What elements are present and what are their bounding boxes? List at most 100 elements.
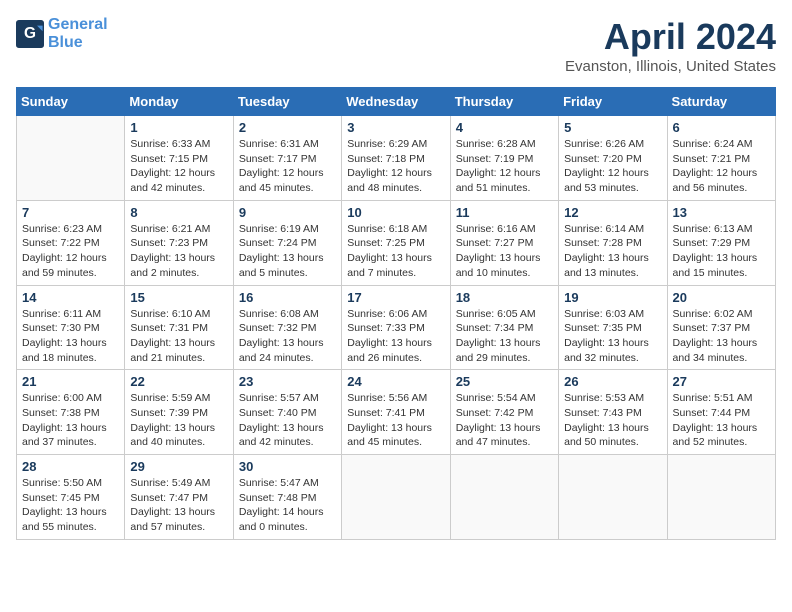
calendar-cell: 15 Sunrise: 6:10 AMSunset: 7:31 PMDaylig… bbox=[125, 285, 233, 370]
day-number: 23 bbox=[239, 374, 336, 389]
day-info: Sunrise: 5:56 AMSunset: 7:41 PMDaylight:… bbox=[347, 391, 444, 450]
title-block: April 2024 Evanston, Illinois, United St… bbox=[565, 16, 776, 75]
day-info: Sunrise: 6:05 AMSunset: 7:34 PMDaylight:… bbox=[456, 307, 553, 366]
day-info: Sunrise: 6:00 AMSunset: 7:38 PMDaylight:… bbox=[22, 391, 119, 450]
day-info: Sunrise: 5:51 AMSunset: 7:44 PMDaylight:… bbox=[673, 391, 770, 450]
day-info: Sunrise: 6:19 AMSunset: 7:24 PMDaylight:… bbox=[239, 222, 336, 281]
day-info: Sunrise: 5:50 AMSunset: 7:45 PMDaylight:… bbox=[22, 476, 119, 535]
day-number: 2 bbox=[239, 120, 336, 135]
calendar-cell bbox=[667, 455, 775, 540]
weekday-header-thursday: Thursday bbox=[450, 88, 558, 116]
calendar-cell: 26 Sunrise: 5:53 AMSunset: 7:43 PMDaylig… bbox=[559, 370, 667, 455]
month-title: April 2024 bbox=[565, 16, 776, 58]
day-info: Sunrise: 6:29 AMSunset: 7:18 PMDaylight:… bbox=[347, 137, 444, 196]
day-number: 8 bbox=[130, 205, 227, 220]
day-number: 20 bbox=[673, 290, 770, 305]
day-number: 17 bbox=[347, 290, 444, 305]
calendar-cell: 7 Sunrise: 6:23 AMSunset: 7:22 PMDayligh… bbox=[17, 200, 125, 285]
day-info: Sunrise: 6:06 AMSunset: 7:33 PMDaylight:… bbox=[347, 307, 444, 366]
calendar-cell: 12 Sunrise: 6:14 AMSunset: 7:28 PMDaylig… bbox=[559, 200, 667, 285]
calendar-cell: 2 Sunrise: 6:31 AMSunset: 7:17 PMDayligh… bbox=[233, 116, 341, 201]
day-info: Sunrise: 6:18 AMSunset: 7:25 PMDaylight:… bbox=[347, 222, 444, 281]
day-number: 11 bbox=[456, 205, 553, 220]
logo-icon: G bbox=[16, 20, 44, 48]
calendar-cell: 25 Sunrise: 5:54 AMSunset: 7:42 PMDaylig… bbox=[450, 370, 558, 455]
calendar-cell: 29 Sunrise: 5:49 AMSunset: 7:47 PMDaylig… bbox=[125, 455, 233, 540]
calendar-cell: 13 Sunrise: 6:13 AMSunset: 7:29 PMDaylig… bbox=[667, 200, 775, 285]
calendar-cell: 11 Sunrise: 6:16 AMSunset: 7:27 PMDaylig… bbox=[450, 200, 558, 285]
calendar-cell bbox=[559, 455, 667, 540]
day-info: Sunrise: 6:16 AMSunset: 7:27 PMDaylight:… bbox=[456, 222, 553, 281]
day-info: Sunrise: 5:54 AMSunset: 7:42 PMDaylight:… bbox=[456, 391, 553, 450]
day-number: 6 bbox=[673, 120, 770, 135]
calendar-cell: 16 Sunrise: 6:08 AMSunset: 7:32 PMDaylig… bbox=[233, 285, 341, 370]
day-info: Sunrise: 6:33 AMSunset: 7:15 PMDaylight:… bbox=[130, 137, 227, 196]
calendar-cell: 19 Sunrise: 6:03 AMSunset: 7:35 PMDaylig… bbox=[559, 285, 667, 370]
day-info: Sunrise: 6:13 AMSunset: 7:29 PMDaylight:… bbox=[673, 222, 770, 281]
calendar-cell: 3 Sunrise: 6:29 AMSunset: 7:18 PMDayligh… bbox=[342, 116, 450, 201]
day-number: 5 bbox=[564, 120, 661, 135]
day-info: Sunrise: 6:11 AMSunset: 7:30 PMDaylight:… bbox=[22, 307, 119, 366]
day-info: Sunrise: 6:28 AMSunset: 7:19 PMDaylight:… bbox=[456, 137, 553, 196]
calendar-cell: 5 Sunrise: 6:26 AMSunset: 7:20 PMDayligh… bbox=[559, 116, 667, 201]
day-number: 27 bbox=[673, 374, 770, 389]
calendar-week-row: 28 Sunrise: 5:50 AMSunset: 7:45 PMDaylig… bbox=[17, 455, 776, 540]
day-number: 3 bbox=[347, 120, 444, 135]
calendar-cell: 14 Sunrise: 6:11 AMSunset: 7:30 PMDaylig… bbox=[17, 285, 125, 370]
weekday-header-monday: Monday bbox=[125, 88, 233, 116]
weekday-header-wednesday: Wednesday bbox=[342, 88, 450, 116]
day-number: 4 bbox=[456, 120, 553, 135]
day-info: Sunrise: 6:31 AMSunset: 7:17 PMDaylight:… bbox=[239, 137, 336, 196]
calendar-cell: 6 Sunrise: 6:24 AMSunset: 7:21 PMDayligh… bbox=[667, 116, 775, 201]
day-number: 21 bbox=[22, 374, 119, 389]
day-info: Sunrise: 6:26 AMSunset: 7:20 PMDaylight:… bbox=[564, 137, 661, 196]
calendar-cell bbox=[17, 116, 125, 201]
day-info: Sunrise: 6:02 AMSunset: 7:37 PMDaylight:… bbox=[673, 307, 770, 366]
weekday-header-friday: Friday bbox=[559, 88, 667, 116]
day-info: Sunrise: 6:14 AMSunset: 7:28 PMDaylight:… bbox=[564, 222, 661, 281]
calendar-cell: 9 Sunrise: 6:19 AMSunset: 7:24 PMDayligh… bbox=[233, 200, 341, 285]
day-number: 16 bbox=[239, 290, 336, 305]
day-number: 7 bbox=[22, 205, 119, 220]
calendar-cell bbox=[342, 455, 450, 540]
day-number: 25 bbox=[456, 374, 553, 389]
day-info: Sunrise: 5:57 AMSunset: 7:40 PMDaylight:… bbox=[239, 391, 336, 450]
calendar-cell: 10 Sunrise: 6:18 AMSunset: 7:25 PMDaylig… bbox=[342, 200, 450, 285]
calendar-cell: 30 Sunrise: 5:47 AMSunset: 7:48 PMDaylig… bbox=[233, 455, 341, 540]
day-number: 12 bbox=[564, 205, 661, 220]
weekday-header-tuesday: Tuesday bbox=[233, 88, 341, 116]
calendar-cell: 27 Sunrise: 5:51 AMSunset: 7:44 PMDaylig… bbox=[667, 370, 775, 455]
day-info: Sunrise: 5:53 AMSunset: 7:43 PMDaylight:… bbox=[564, 391, 661, 450]
calendar-cell: 4 Sunrise: 6:28 AMSunset: 7:19 PMDayligh… bbox=[450, 116, 558, 201]
day-number: 29 bbox=[130, 459, 227, 474]
calendar-cell: 18 Sunrise: 6:05 AMSunset: 7:34 PMDaylig… bbox=[450, 285, 558, 370]
svg-text:G: G bbox=[24, 25, 36, 42]
logo-text: General Blue bbox=[48, 16, 108, 51]
calendar-cell: 20 Sunrise: 6:02 AMSunset: 7:37 PMDaylig… bbox=[667, 285, 775, 370]
day-number: 28 bbox=[22, 459, 119, 474]
calendar-table: SundayMondayTuesdayWednesdayThursdayFrid… bbox=[16, 87, 776, 540]
day-number: 22 bbox=[130, 374, 227, 389]
day-number: 30 bbox=[239, 459, 336, 474]
weekday-header-sunday: Sunday bbox=[17, 88, 125, 116]
calendar-cell: 22 Sunrise: 5:59 AMSunset: 7:39 PMDaylig… bbox=[125, 370, 233, 455]
day-info: Sunrise: 6:08 AMSunset: 7:32 PMDaylight:… bbox=[239, 307, 336, 366]
day-number: 26 bbox=[564, 374, 661, 389]
day-info: Sunrise: 5:49 AMSunset: 7:47 PMDaylight:… bbox=[130, 476, 227, 535]
calendar-cell: 1 Sunrise: 6:33 AMSunset: 7:15 PMDayligh… bbox=[125, 116, 233, 201]
day-number: 15 bbox=[130, 290, 227, 305]
weekday-header-saturday: Saturday bbox=[667, 88, 775, 116]
day-info: Sunrise: 5:47 AMSunset: 7:48 PMDaylight:… bbox=[239, 476, 336, 535]
day-number: 19 bbox=[564, 290, 661, 305]
page-header: G General Blue April 2024 Evanston, Illi… bbox=[16, 16, 776, 75]
calendar-cell: 28 Sunrise: 5:50 AMSunset: 7:45 PMDaylig… bbox=[17, 455, 125, 540]
day-info: Sunrise: 6:21 AMSunset: 7:23 PMDaylight:… bbox=[130, 222, 227, 281]
calendar-cell: 8 Sunrise: 6:21 AMSunset: 7:23 PMDayligh… bbox=[125, 200, 233, 285]
logo: G General Blue bbox=[16, 16, 108, 51]
calendar-cell bbox=[450, 455, 558, 540]
logo-line2: Blue bbox=[48, 34, 83, 51]
day-info: Sunrise: 6:03 AMSunset: 7:35 PMDaylight:… bbox=[564, 307, 661, 366]
calendar-cell: 21 Sunrise: 6:00 AMSunset: 7:38 PMDaylig… bbox=[17, 370, 125, 455]
day-number: 10 bbox=[347, 205, 444, 220]
calendar-week-row: 14 Sunrise: 6:11 AMSunset: 7:30 PMDaylig… bbox=[17, 285, 776, 370]
